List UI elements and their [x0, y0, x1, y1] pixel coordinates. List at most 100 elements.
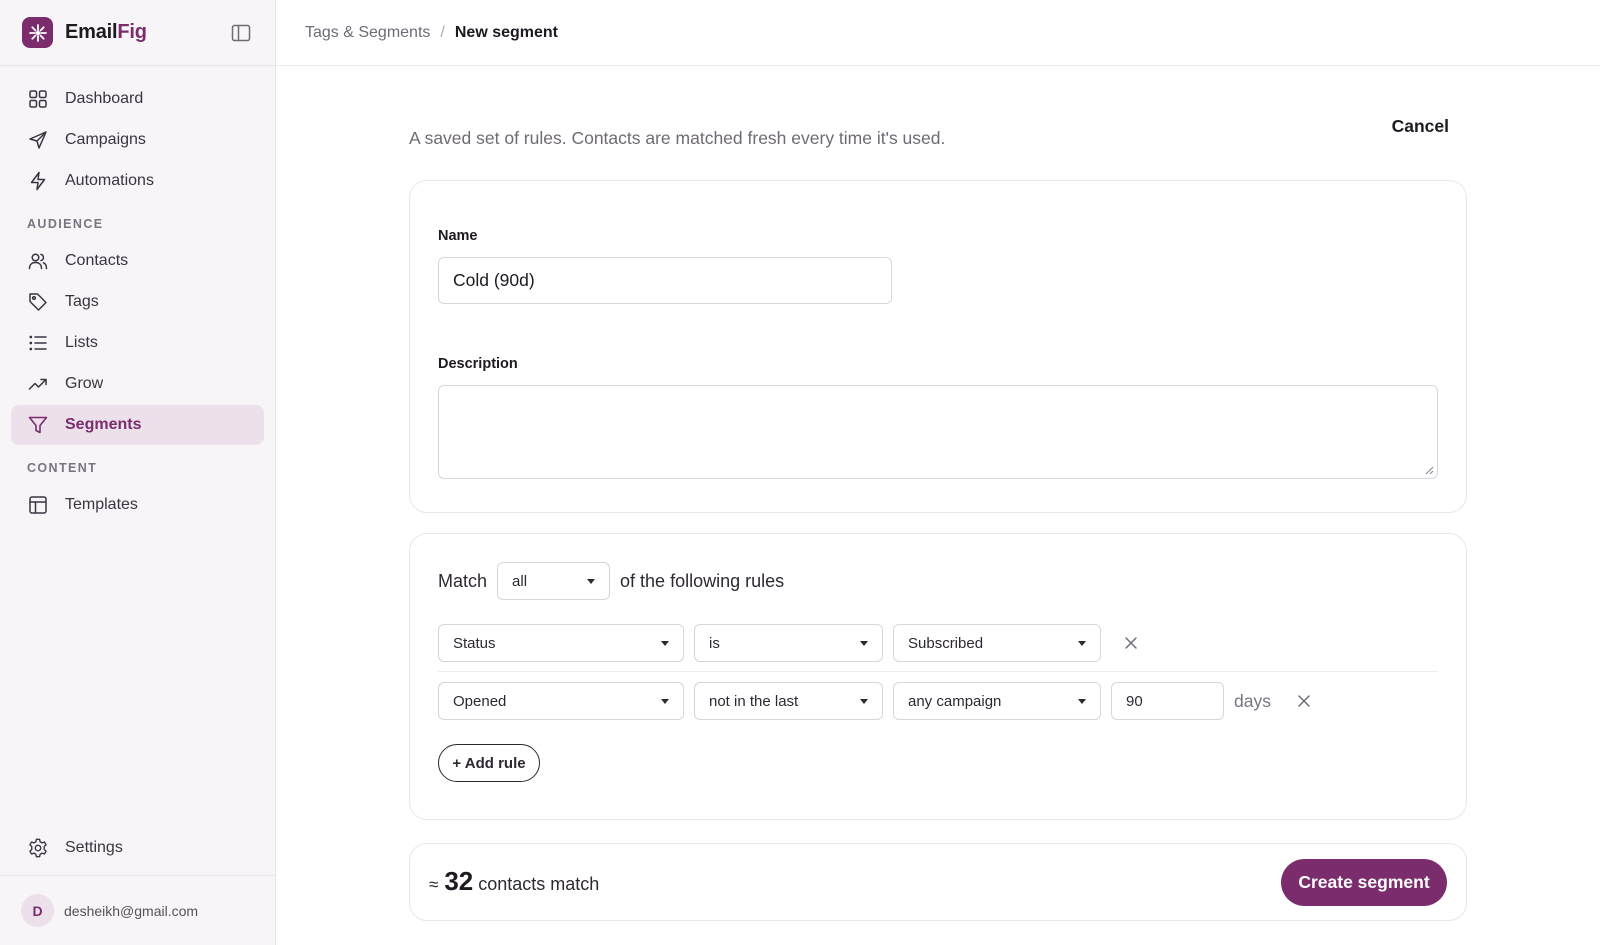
sidebar-section-content: CONTENT [27, 461, 98, 475]
brand-name-part1: Email [65, 21, 118, 43]
rule-value-value: any campaign [908, 692, 1002, 710]
chevron-down-icon [1078, 698, 1086, 704]
breadcrumb-separator: / [440, 23, 445, 41]
description-textarea[interactable] [438, 385, 1438, 479]
sidebar-item-tags[interactable]: Tags [11, 282, 264, 322]
main-area: Tags & Segments / New segment A saved se… [276, 0, 1600, 945]
brand-logo-icon [22, 17, 53, 48]
rule-divider [438, 671, 1438, 672]
close-icon [1298, 695, 1310, 707]
rule-field-select[interactable]: Status [438, 624, 684, 662]
gear-icon [27, 837, 49, 859]
layout-icon [27, 494, 49, 516]
sidebar-item-segments[interactable]: Segments [11, 405, 264, 445]
match-mode-value: all [512, 572, 528, 590]
summary-card: ≈ 32 contacts match Create segment [409, 843, 1467, 921]
match-row: Match all of the following rules [438, 562, 784, 600]
list-icon [27, 332, 49, 354]
sidebar-item-campaigns[interactable]: Campaigns [11, 120, 264, 160]
brand-name: EmailFig [65, 21, 147, 44]
sidebar-item-contacts[interactable]: Contacts [11, 241, 264, 281]
grid-icon [27, 88, 49, 110]
sidebar-item-dashboard[interactable]: Dashboard [11, 79, 264, 119]
sidebar-item-settings[interactable]: Settings [11, 828, 264, 868]
rule-row: Status is Subscribed [438, 624, 1142, 662]
approx-symbol: ≈ [429, 875, 439, 894]
sidebar-item-label: Segments [65, 416, 142, 433]
breadcrumb-parent-link[interactable]: Tags & Segments [305, 24, 430, 42]
sidebar-item-label: Dashboard [65, 90, 144, 107]
brand-header: EmailFig [0, 0, 275, 66]
sidebar-item-label: Automations [65, 172, 154, 189]
remove-rule-button[interactable] [1293, 690, 1315, 712]
sidebar-item-lists[interactable]: Lists [11, 323, 264, 363]
rule-value-select[interactable]: Subscribed [893, 624, 1101, 662]
sidebar-nav: Dashboard Campaigns Automations AUDIENCE… [0, 66, 275, 525]
rule-unit-label: days [1234, 690, 1271, 711]
tag-icon [27, 291, 49, 313]
user-email: desheikh@gmail.com [64, 902, 199, 919]
sidebar-item-label: Tags [65, 293, 99, 310]
match-suffix: of the following rules [620, 570, 785, 591]
segment-details-card: Name Cold (90d) Description [409, 180, 1467, 513]
rule-value-select[interactable]: any campaign [893, 682, 1101, 720]
chevron-down-icon [661, 640, 669, 646]
rule-operator-value: is [709, 634, 720, 652]
rule-value-value: Subscribed [908, 634, 984, 652]
resize-handle-icon[interactable] [1424, 465, 1434, 475]
close-icon [1125, 637, 1137, 649]
chevron-down-icon [860, 640, 868, 646]
rule-field-value: Opened [453, 692, 507, 710]
rule-row: Opened not in the last any campaign 90 d… [438, 682, 1315, 720]
breadcrumb-current: New segment [454, 23, 558, 41]
sidebar-item-label: Settings [65, 839, 123, 856]
create-segment-button[interactable]: Create segment [1281, 859, 1447, 906]
brand-name-part2: Fig [117, 21, 147, 43]
bolt-icon [27, 170, 49, 192]
remove-rule-button[interactable] [1120, 632, 1142, 654]
match-mode-select[interactable]: all [497, 562, 611, 600]
match-label: Match [438, 570, 488, 591]
sidebar-item-label: Grow [65, 375, 104, 392]
sidebar-section-audience: AUDIENCE [27, 217, 104, 231]
breadcrumb: Tags & Segments / New segment [276, 0, 1600, 66]
chevron-down-icon [1078, 640, 1086, 646]
rule-operator-select[interactable]: is [694, 624, 883, 662]
filter-icon [27, 414, 49, 436]
rules-card: Match all of the following rules Status … [409, 533, 1467, 820]
sidebar-toggle-icon[interactable] [229, 21, 253, 45]
match-count-text: contacts match [478, 874, 600, 894]
sidebar: EmailFig Dashboard Campaigns Automations… [0, 0, 276, 945]
rule-field-select[interactable]: Opened [438, 682, 684, 720]
name-input-value: Cold (90d) [453, 270, 535, 290]
sidebar-item-grow[interactable]: Grow [11, 364, 264, 404]
sidebar-item-label: Campaigns [65, 131, 146, 148]
name-input[interactable]: Cold (90d) [438, 257, 892, 304]
rule-amount-input[interactable]: 90 [1111, 682, 1224, 720]
sidebar-item-templates[interactable]: Templates [11, 485, 264, 525]
rule-operator-value: not in the last [709, 692, 799, 710]
sidebar-item-label: Lists [65, 334, 98, 351]
match-count: ≈ 32 contacts match [429, 866, 599, 897]
cancel-button[interactable]: Cancel [1392, 116, 1449, 137]
description-label: Description [438, 356, 518, 372]
user-account[interactable]: D desheikh@gmail.com [0, 875, 275, 945]
rule-operator-select[interactable]: not in the last [694, 682, 883, 720]
page-subtitle: A saved set of rules. Contacts are match… [409, 128, 946, 148]
rule-amount-value: 90 [1126, 692, 1143, 710]
sidebar-item-label: Templates [65, 496, 138, 513]
avatar: D [21, 894, 54, 927]
rule-field-value: Status [453, 634, 496, 652]
name-label: Name [438, 228, 478, 244]
users-icon [27, 250, 49, 272]
chevron-down-icon [661, 698, 669, 704]
sidebar-item-label: Contacts [65, 252, 129, 269]
chevron-down-icon [860, 698, 868, 704]
app-root: EmailFig Dashboard Campaigns Automations… [0, 0, 1600, 945]
trending-up-icon [27, 373, 49, 395]
sidebar-item-automations[interactable]: Automations [11, 161, 264, 201]
send-icon [27, 129, 49, 151]
chevron-down-icon [587, 578, 596, 584]
match-count-number: 32 [444, 866, 474, 896]
add-rule-button[interactable]: + Add rule [438, 744, 540, 782]
